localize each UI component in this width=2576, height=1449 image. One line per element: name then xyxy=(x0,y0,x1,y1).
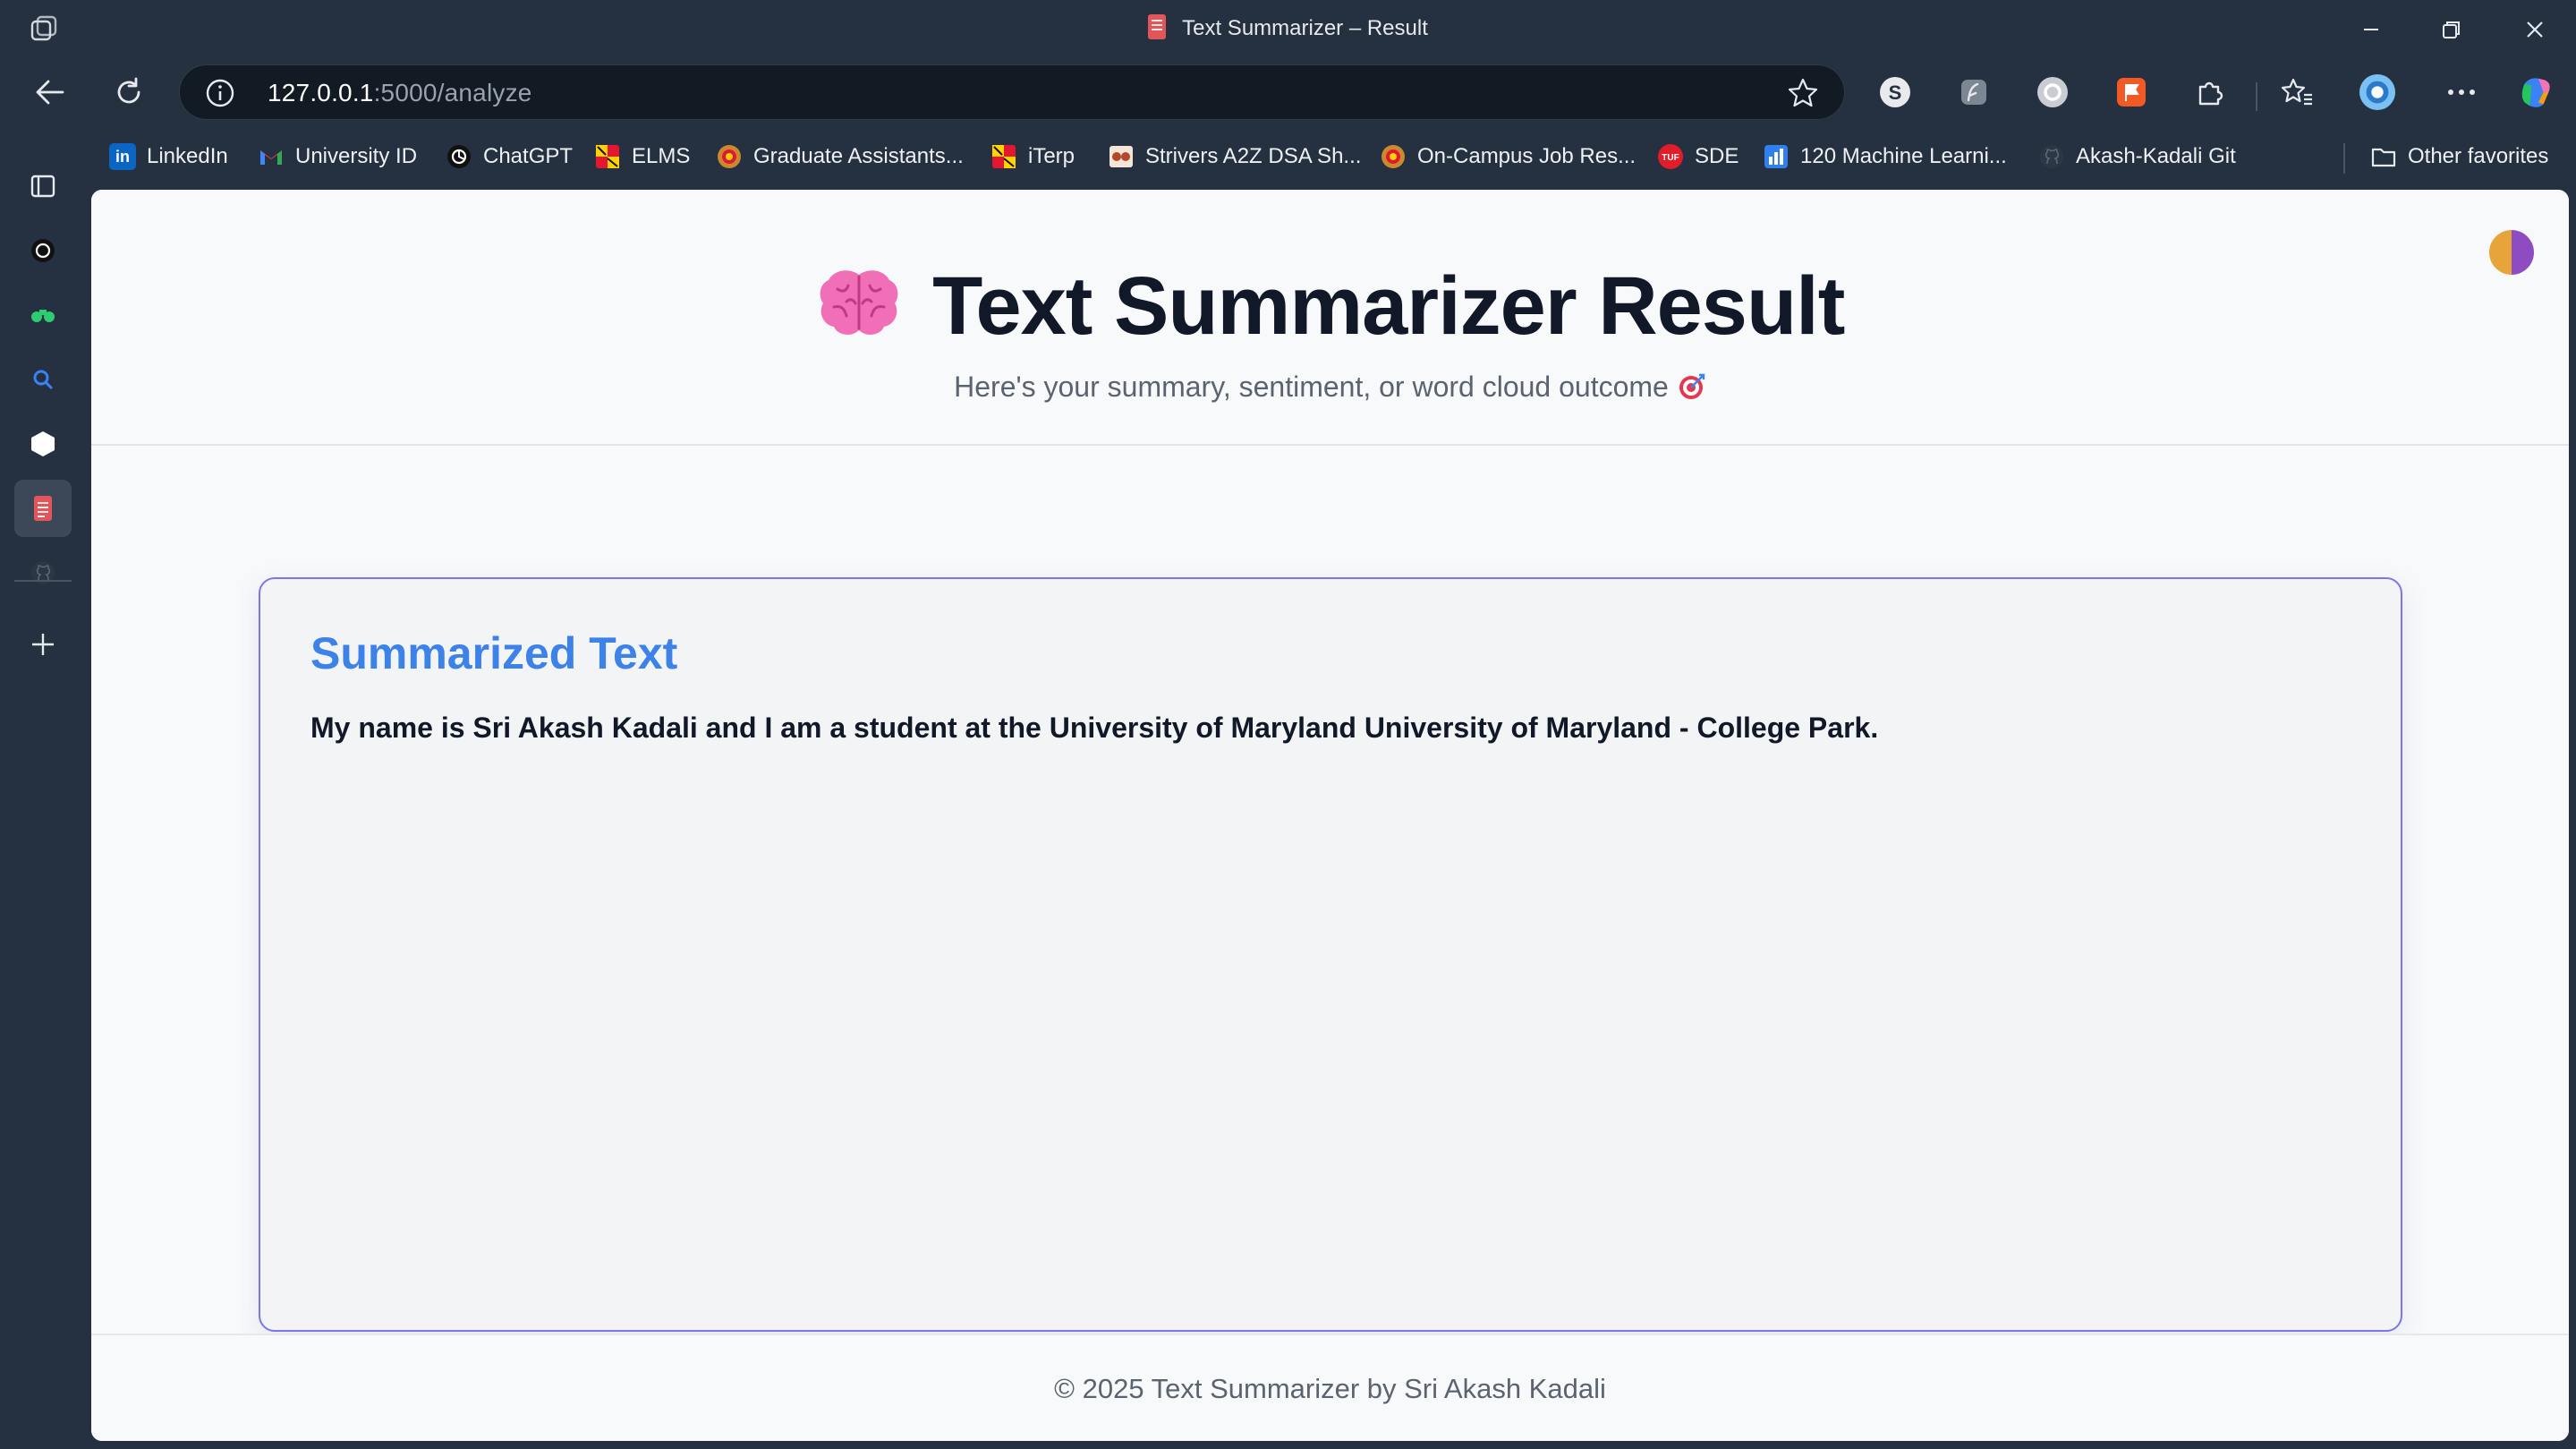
svg-text:TUF: TUF xyxy=(1662,153,1679,163)
back-button[interactable] xyxy=(27,72,73,113)
plus-icon xyxy=(32,634,54,655)
page-subtitle: Here's your summary, sentiment, or word … xyxy=(91,371,2569,404)
reload-icon xyxy=(117,77,140,104)
bookmark-linkedin[interactable]: in LinkedIn xyxy=(109,141,228,172)
reload-button[interactable] xyxy=(106,72,152,113)
vertical-tab-chatgpt[interactable] xyxy=(14,222,72,279)
github-icon xyxy=(2040,145,2063,168)
restore-icon xyxy=(2443,21,2460,38)
search-icon xyxy=(33,370,54,390)
browser-toolbar: 127.0.0.1:5000/analyze S xyxy=(0,59,2576,125)
browser-side-panel xyxy=(0,125,91,1449)
notepad-icon xyxy=(1148,13,1167,39)
page-title: Text Summarizer Result xyxy=(932,260,1845,352)
summary-card: Summarized Text My name is Sri Akash Kad… xyxy=(259,577,2402,1332)
bookmarks-divider xyxy=(2343,143,2345,174)
minimize-icon xyxy=(2364,29,2378,30)
bookmarks-bar: in LinkedIn University ID ChatGPT ELMS Gr… xyxy=(100,125,2576,188)
tuf-icon xyxy=(1109,146,1133,167)
bookmark-on-campus-jobs[interactable]: On-Campus Job Res... xyxy=(1380,141,1636,172)
bookmark-other-favorites[interactable]: Other favorites xyxy=(2370,141,2548,172)
chatgpt-icon xyxy=(31,239,55,262)
bookmark-graduate-assistants[interactable]: Graduate Assistants... xyxy=(716,141,964,172)
binoculars-icon xyxy=(31,310,55,322)
brain-icon xyxy=(820,269,897,335)
toolbar-divider xyxy=(2256,82,2257,111)
summary-text: My name is Sri Akash Kadali and I am a s… xyxy=(310,712,1879,744)
footer-copyright: © 2025 Text Summarizer by Sri Akash Kada… xyxy=(1054,1373,1606,1404)
vertical-tab-search[interactable] xyxy=(14,351,72,408)
bookmark-university-id[interactable]: University ID xyxy=(258,141,417,172)
minimize-button[interactable] xyxy=(2331,7,2411,52)
target-icon xyxy=(1679,373,1705,399)
umd-icon xyxy=(992,145,1016,168)
linkedin-icon: in xyxy=(109,143,136,170)
site-info-icon[interactable] xyxy=(205,78,235,108)
favorite-star-icon[interactable] xyxy=(1787,77,1819,109)
umd-seal-icon xyxy=(718,145,741,168)
bookmark-elms[interactable]: ELMS xyxy=(594,141,690,172)
github-icon xyxy=(31,561,55,584)
bookmark-github[interactable]: Akash-Kadali Git xyxy=(2038,141,2236,172)
new-tab-button[interactable] xyxy=(14,616,72,673)
tab-actions-button[interactable] xyxy=(14,158,72,215)
hero-heading: Text Summarizer Result xyxy=(91,260,2569,354)
restore-button[interactable] xyxy=(2411,7,2492,52)
vertical-tab-github[interactable] xyxy=(14,544,72,601)
umd-seal-icon xyxy=(1382,145,1405,168)
address-bar[interactable]: 127.0.0.1:5000/analyze xyxy=(179,64,1845,120)
extension-s-icon[interactable]: S xyxy=(1876,73,1914,111)
bookmark-sde[interactable]: TUF SDE xyxy=(1657,141,1739,172)
extension-feather-icon[interactable] xyxy=(1955,73,1993,111)
page-footer: © 2025 Text Summarizer by Sri Akash Kada… xyxy=(91,1334,2569,1441)
profile-avatar-icon[interactable] xyxy=(2359,73,2396,111)
folder-icon xyxy=(2371,148,2396,167)
tabs-icon xyxy=(30,175,55,198)
side-panel-divider xyxy=(14,580,72,582)
chatgpt-icon xyxy=(447,145,471,168)
extensions-puzzle-icon[interactable] xyxy=(2191,73,2229,111)
copilot-icon[interactable] xyxy=(2518,73,2555,111)
favorites-icon[interactable] xyxy=(2278,73,2316,111)
bookmark-iterp[interactable]: iTerp xyxy=(990,141,1075,172)
close-icon xyxy=(2527,21,2543,38)
bookmark-strivers-a2z[interactable]: Strivers A2Z DSA Sh... xyxy=(1108,141,1361,172)
svg-text:S: S xyxy=(1889,81,1902,104)
vertical-tab-cube[interactable] xyxy=(14,415,72,473)
gmail-icon xyxy=(260,150,282,165)
arrow-left-icon xyxy=(36,80,64,105)
web-page: Text Summarizer Result Here's your summa… xyxy=(91,190,2569,1441)
cube-icon xyxy=(31,431,55,456)
vertical-tab-text-summarizer[interactable] xyxy=(14,480,72,537)
page-header: Text Summarizer Result Here's your summa… xyxy=(91,190,2569,446)
chart-icon xyxy=(1764,145,1788,168)
more-options-icon[interactable] xyxy=(2443,73,2480,111)
umd-icon xyxy=(596,145,619,168)
extension-flag-icon[interactable] xyxy=(2113,73,2150,111)
bookmark-chatgpt[interactable]: ChatGPT xyxy=(446,141,573,172)
tuf-icon: TUF xyxy=(1658,144,1683,169)
card-title: Summarized Text xyxy=(310,628,678,678)
extension-c-icon[interactable] xyxy=(2034,73,2071,111)
browser-title-bar: Text Summarizer – Result xyxy=(0,0,2576,59)
bookmark-machine-learning[interactable]: 120 Machine Learni... xyxy=(1763,141,2007,172)
notepad-icon xyxy=(34,496,52,521)
active-tab-title[interactable]: Text Summarizer – Result xyxy=(0,13,2576,42)
vertical-tab-binoculars[interactable] xyxy=(14,286,72,344)
url-text[interactable]: 127.0.0.1:5000/analyze xyxy=(268,79,532,107)
close-window-button[interactable] xyxy=(2495,7,2575,52)
